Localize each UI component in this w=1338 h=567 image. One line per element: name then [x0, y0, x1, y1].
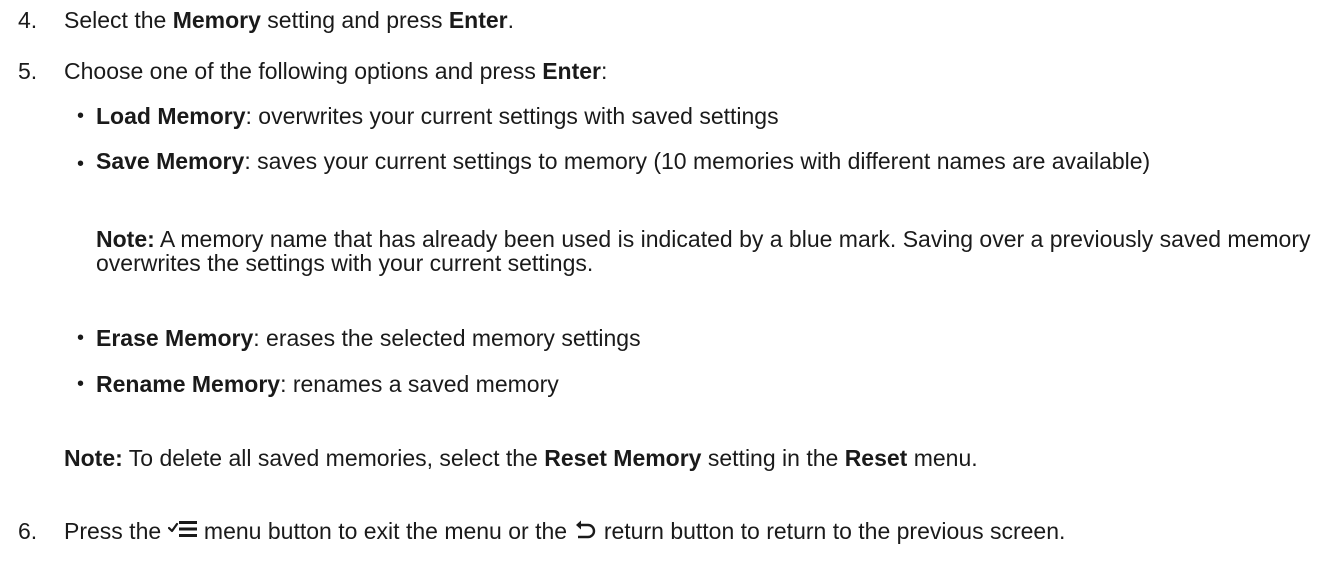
ui-term-memory: Memory [172, 7, 261, 33]
step-number: 4. [18, 7, 38, 33]
text-segment: return button to return to the previous … [597, 518, 1066, 544]
step-number: 5. [18, 58, 38, 84]
step-text: Choose one of the following options and … [64, 57, 607, 85]
bullet-icon: • [77, 327, 85, 349]
option-desc: : saves your current settings to memory … [244, 148, 1151, 174]
option-desc: : overwrites your current settings with … [245, 103, 779, 129]
option-title: Save Memory [96, 148, 245, 174]
option-rename-memory: • Rename Memory: renames a saved memory [77, 370, 1326, 398]
text-segment: Press the [64, 518, 168, 544]
text-segment: Select the [64, 7, 173, 33]
bullet-icon: • [77, 373, 85, 395]
text-segment: setting and press [260, 7, 449, 33]
option-load-memory: • Load Memory: overwrites your current s… [77, 102, 1326, 130]
option-save-memory: • Save Memory: saves your current settin… [77, 150, 1326, 178]
instructions-page: 4. Select the Memory setting and press E… [0, 0, 1338, 567]
note-save-memory: Note: A memory name that has already bee… [96, 227, 1326, 275]
option-text: Rename Memory: renames a saved memory [96, 370, 1326, 398]
key-enter: Enter [542, 58, 602, 84]
option-erase-memory: • Erase Memory: erases the selected memo… [77, 324, 1326, 352]
note-text: setting in the [701, 445, 845, 471]
menu-icon [167, 517, 198, 545]
step-text: Press the menu button to exit the menu o… [64, 517, 1065, 547]
note-text: A memory name that has already been used… [96, 226, 1311, 276]
step-text: Select the Memory setting and press Ente… [64, 6, 514, 34]
step-number: 6. [18, 518, 38, 544]
text-segment: Choose one of the following options and … [64, 58, 543, 84]
ui-term-reset: Reset [844, 445, 908, 471]
option-title: Load Memory [96, 103, 246, 129]
note-text: menu. [907, 445, 978, 471]
note-label: Note: [64, 445, 123, 471]
note-label: Note: [96, 226, 155, 252]
step-6: 6. Press the menu button to exit the men… [0, 517, 1065, 547]
step-5: 5. Choose one of the following options a… [0, 57, 607, 85]
text-segment: menu button to exit the menu or the [197, 518, 574, 544]
ui-term-reset-memory: Reset Memory [544, 445, 702, 471]
option-title: Erase Memory [96, 325, 254, 351]
text-segment: . [507, 7, 515, 33]
bullet-icon: • [77, 153, 85, 175]
option-text: Save Memory: saves your current settings… [96, 150, 1326, 173]
return-icon [573, 517, 597, 545]
bullet-icon: • [77, 105, 85, 127]
option-desc: : renames a saved memory [280, 371, 559, 397]
option-text: Load Memory: overwrites your current set… [96, 102, 1326, 130]
key-enter: Enter [448, 7, 508, 33]
text-segment: : [601, 58, 608, 84]
option-text: Erase Memory: erases the selected memory… [96, 324, 1326, 352]
note-text: To delete all saved memories, select the [122, 445, 545, 471]
option-title: Rename Memory [96, 371, 281, 397]
step-4: 4. Select the Memory setting and press E… [0, 6, 514, 34]
note-reset-memory: Note: To delete all saved memories, sele… [64, 444, 1324, 472]
option-desc: : erases the selected memory settings [253, 325, 641, 351]
